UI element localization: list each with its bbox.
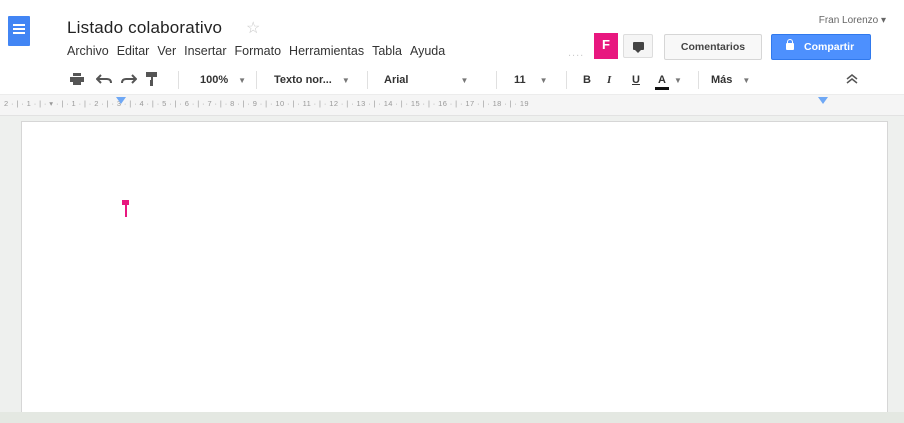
left-indent-marker[interactable] bbox=[116, 97, 126, 104]
document-canvas bbox=[0, 116, 904, 412]
menu-tabla[interactable]: Tabla bbox=[372, 44, 408, 58]
print-icon[interactable] bbox=[70, 73, 84, 91]
menu-ayuda[interactable]: Ayuda bbox=[410, 44, 451, 58]
menu-bar: Archivo Editar Ver Insertar Formato Herr… bbox=[67, 44, 453, 58]
collaborator-cursor bbox=[125, 202, 127, 217]
underline-button[interactable]: U bbox=[632, 71, 640, 89]
document-title[interactable]: Listado colaborativo bbox=[67, 18, 222, 38]
chevron-down-icon: ▼ bbox=[238, 76, 247, 85]
menu-herramientas[interactable]: Herramientas bbox=[289, 44, 370, 58]
more-dots-icon: .... bbox=[568, 47, 585, 59]
chevron-down-icon: ▼ bbox=[742, 76, 751, 85]
right-indent-marker[interactable] bbox=[818, 97, 828, 104]
ruler-marks: 2 · | · 1 · | · ▾ · | · 1 · | · 2 · | · … bbox=[4, 99, 529, 108]
text-color-button[interactable]: A ▼ bbox=[655, 71, 682, 90]
menu-editar[interactable]: Editar bbox=[117, 44, 156, 58]
collaborator-indicator bbox=[594, 57, 618, 59]
italic-button[interactable]: I bbox=[607, 71, 611, 89]
chevron-down-icon: ▼ bbox=[674, 76, 682, 85]
toolbar-separator bbox=[496, 71, 497, 89]
font-select[interactable]: Arial ▼ bbox=[384, 71, 468, 89]
ruler[interactable]: 2 · | · 1 · | · ▾ · | · 1 · | · 2 · | · … bbox=[0, 94, 904, 116]
style-value: Texto nor... bbox=[274, 74, 332, 86]
document-page[interactable] bbox=[21, 121, 888, 412]
lock-icon bbox=[786, 39, 794, 50]
toolbar-separator bbox=[256, 71, 257, 89]
paint-format-icon[interactable] bbox=[146, 72, 158, 90]
chevron-down-icon: ▼ bbox=[341, 76, 350, 85]
collaborator-avatar[interactable]: F bbox=[594, 33, 618, 57]
zoom-value: 100% bbox=[200, 74, 229, 86]
more-button[interactable]: Más ▼ bbox=[711, 71, 750, 89]
star-icon[interactable]: ☆ bbox=[246, 18, 260, 38]
redo-icon[interactable] bbox=[121, 74, 137, 92]
chat-icon bbox=[633, 42, 644, 53]
chevron-down-icon: ▼ bbox=[460, 76, 469, 85]
more-label: Más bbox=[711, 74, 733, 86]
docs-window: Listado colaborativo ☆ Archivo Editar Ve… bbox=[0, 0, 904, 412]
font-size-select[interactable]: 11 ▼ bbox=[514, 71, 548, 89]
comments-button[interactable]: Comentarios bbox=[664, 34, 762, 60]
zoom-select[interactable]: 100% ▼ bbox=[200, 71, 246, 89]
share-button[interactable]: Compartir bbox=[771, 34, 871, 60]
background-strip bbox=[0, 412, 904, 423]
toolbar-separator bbox=[698, 71, 699, 89]
font-value: Arial bbox=[384, 74, 409, 86]
toolbar-separator bbox=[566, 71, 567, 89]
text-color-label: A bbox=[655, 73, 669, 90]
share-label: Compartir bbox=[804, 41, 855, 53]
menu-insertar[interactable]: Insertar bbox=[184, 44, 232, 58]
docs-home-icon[interactable] bbox=[8, 16, 30, 46]
collapse-icon[interactable] bbox=[846, 74, 858, 92]
toolbar: 100% ▼ Texto nor... ▼ Arial ▼ 11 ▼ B I U A ▼ … bbox=[0, 66, 904, 94]
font-size-value: 11 bbox=[514, 74, 526, 86]
menu-formato[interactable]: Formato bbox=[235, 44, 288, 58]
chevron-down-icon: ▼ bbox=[539, 76, 548, 85]
bold-button[interactable]: B bbox=[583, 71, 591, 89]
undo-icon[interactable] bbox=[96, 74, 112, 92]
menu-archivo[interactable]: Archivo bbox=[67, 44, 115, 58]
user-account-menu[interactable]: Fran Lorenzo ▾ bbox=[819, 15, 886, 26]
header: Listado colaborativo ☆ Archivo Editar Ve… bbox=[0, 0, 904, 66]
menu-ver[interactable]: Ver bbox=[157, 44, 182, 58]
chat-button[interactable] bbox=[623, 34, 653, 58]
toolbar-separator bbox=[178, 71, 179, 89]
toolbar-separator bbox=[367, 71, 368, 89]
style-select[interactable]: Texto nor... ▼ bbox=[274, 71, 350, 89]
